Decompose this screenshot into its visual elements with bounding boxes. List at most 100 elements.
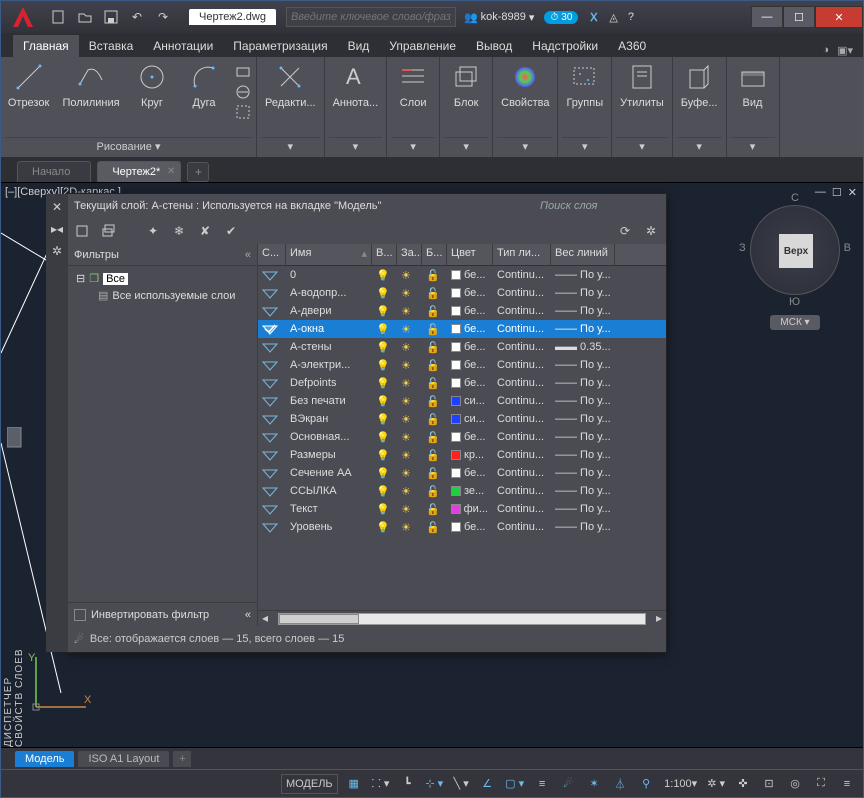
- tab-model[interactable]: Модель: [15, 751, 74, 767]
- linetype-cell[interactable]: Continu...: [493, 323, 551, 335]
- layer-row[interactable]: ВЭкран 💡 ☀ 🔓 си... Continu... —— По у...: [258, 410, 666, 428]
- tab-addins[interactable]: Надстройки: [522, 35, 608, 57]
- ribbon-toggle-icon[interactable]: ▣▾: [837, 44, 853, 57]
- filters-header[interactable]: Фильтры«: [68, 244, 257, 266]
- polyline-button[interactable]: Полилиния: [60, 59, 122, 111]
- freeze-icon[interactable]: ☀: [397, 467, 422, 480]
- collapse-icon[interactable]: «: [245, 249, 251, 261]
- freeze-icon[interactable]: ☀: [397, 485, 422, 498]
- panel-expand[interactable]: ▾: [261, 137, 320, 155]
- open-icon[interactable]: [75, 7, 95, 27]
- linetype-cell[interactable]: Continu...: [493, 521, 551, 533]
- filter-all[interactable]: ⊟ ❐ Все: [74, 270, 251, 287]
- tab-insert[interactable]: Вставка: [79, 35, 144, 57]
- sb-transparency-icon[interactable]: ☄: [558, 774, 578, 794]
- on-icon[interactable]: 💡: [372, 323, 397, 336]
- color-cell[interactable]: зе...: [447, 485, 493, 497]
- circle-button[interactable]: Круг: [130, 59, 174, 111]
- on-icon[interactable]: 💡: [372, 521, 397, 534]
- viewcube-s[interactable]: Ю: [789, 296, 800, 308]
- lineweight-cell[interactable]: —— По у...: [551, 467, 615, 479]
- on-icon[interactable]: 💡: [372, 395, 397, 408]
- layer-row[interactable]: ССЫЛКА 💡 ☀ 🔓 зе... Continu... —— По у...: [258, 482, 666, 500]
- viewcube-w[interactable]: З: [739, 242, 746, 254]
- lock-icon[interactable]: 🔓: [422, 341, 447, 354]
- linetype-cell[interactable]: Continu...: [493, 449, 551, 461]
- freeze-icon[interactable]: ☀: [397, 449, 422, 462]
- lock-icon[interactable]: 🔓: [422, 323, 447, 336]
- sb-quickprops-icon[interactable]: ◎: [785, 774, 805, 794]
- sb-model[interactable]: МОДЕЛЬ: [281, 774, 338, 794]
- tab-manage[interactable]: Управление: [379, 35, 466, 57]
- palette-close-icon[interactable]: ✕: [52, 200, 62, 214]
- sb-otrack-icon[interactable]: ▢ ▾: [503, 774, 526, 794]
- panel-expand[interactable]: ▾: [329, 137, 383, 155]
- tab-a360[interactable]: A360: [608, 35, 656, 57]
- linetype-cell[interactable]: Continu...: [493, 413, 551, 425]
- lock-icon[interactable]: 🔓: [422, 287, 447, 300]
- lineweight-cell[interactable]: —— По у...: [551, 485, 615, 497]
- help-search-input[interactable]: [286, 7, 456, 27]
- layer-row[interactable]: Текст 💡 ☀ 🔓 фи... Continu... —— По у...: [258, 500, 666, 518]
- palette-pin-icon[interactable]: ▸◂: [51, 222, 63, 236]
- add-layout-button[interactable]: +: [173, 751, 191, 767]
- exchange-icon[interactable]: Ｘ: [588, 9, 599, 25]
- sb-osnap-icon[interactable]: ∠: [477, 774, 497, 794]
- linetype-cell[interactable]: Continu...: [493, 467, 551, 479]
- lock-icon[interactable]: 🔓: [422, 485, 447, 498]
- panel-expand[interactable]: ▾: [616, 137, 668, 155]
- ellipse-icon[interactable]: [234, 103, 252, 121]
- on-icon[interactable]: 💡: [372, 449, 397, 462]
- settings-icon[interactable]: ✲: [642, 222, 660, 240]
- freeze-icon[interactable]: ☀: [397, 269, 422, 282]
- refresh-icon[interactable]: ⟳: [616, 222, 634, 240]
- linetype-cell[interactable]: Continu...: [493, 503, 551, 515]
- add-doc-button[interactable]: +: [187, 162, 209, 182]
- freeze-icon[interactable]: ☀: [397, 503, 422, 516]
- lineweight-cell[interactable]: —— По у...: [551, 521, 615, 533]
- col-name[interactable]: Имя ▴: [286, 244, 372, 265]
- panel-expand[interactable]: ▾: [562, 137, 607, 155]
- layer-row[interactable]: А-окна 💡 ☀ 🔓 бе... Continu... —— По у...: [258, 320, 666, 338]
- color-cell[interactable]: бе...: [447, 305, 493, 317]
- filter-used[interactable]: ▤ Все используемые слои: [74, 287, 251, 304]
- undo-icon[interactable]: ↶: [127, 7, 147, 27]
- viewcube-ring[interactable]: Верх С Ю З В: [750, 205, 840, 295]
- lineweight-cell[interactable]: —— По у...: [551, 323, 615, 335]
- on-icon[interactable]: 💡: [372, 485, 397, 498]
- lineweight-cell[interactable]: —— По у...: [551, 395, 615, 407]
- close-icon[interactable]: ✕: [167, 166, 175, 177]
- close-button[interactable]: ✕: [815, 6, 863, 28]
- panel-expand[interactable]: ▾: [677, 137, 722, 155]
- drawing-viewport[interactable]: [–][Сверху][2D-каркас ] — ☐ ✕ ДИСПЕТЧЕР …: [1, 183, 863, 747]
- tab-parametric[interactable]: Параметризация: [223, 35, 337, 57]
- invert-filter[interactable]: Инвертировать фильтр «: [68, 602, 257, 626]
- linetype-cell[interactable]: Continu...: [493, 485, 551, 497]
- linetype-cell[interactable]: Continu...: [493, 431, 551, 443]
- ribbon-button[interactable]: A Аннота...: [329, 59, 383, 111]
- ribbon-button[interactable]: Буфе...: [677, 59, 722, 111]
- linetype-cell[interactable]: Continu...: [493, 341, 551, 353]
- save-icon[interactable]: [101, 7, 121, 27]
- sb-ortho-icon[interactable]: ┗: [397, 774, 417, 794]
- set-current-icon[interactable]: ✔: [222, 222, 240, 240]
- sb-iso-icon[interactable]: ╲ ▾: [451, 774, 471, 794]
- sb-polar-icon[interactable]: ⊹ ▾: [423, 774, 445, 794]
- col-status[interactable]: С...: [258, 244, 286, 265]
- wcs-button[interactable]: МСК ▾: [770, 315, 820, 330]
- lock-icon[interactable]: 🔓: [422, 503, 447, 516]
- vp-close-icon[interactable]: ✕: [848, 186, 857, 199]
- help-icon[interactable]: ?: [628, 11, 634, 23]
- lineweight-cell[interactable]: —— По у...: [551, 413, 615, 425]
- sb-lineweight-icon[interactable]: ≡: [532, 774, 552, 794]
- on-icon[interactable]: 💡: [372, 359, 397, 372]
- layer-row[interactable]: Основная... 💡 ☀ 🔓 бе... Continu... —— По…: [258, 428, 666, 446]
- viewcube-e[interactable]: В: [844, 242, 851, 254]
- lineweight-cell[interactable]: ▬▬ 0.35...: [551, 341, 615, 353]
- collapse-icon[interactable]: «: [245, 609, 251, 621]
- arc-button[interactable]: Дуга: [182, 59, 226, 111]
- color-cell[interactable]: бе...: [447, 287, 493, 299]
- on-icon[interactable]: 💡: [372, 341, 397, 354]
- new-layer-frozen-icon[interactable]: ❄: [170, 222, 188, 240]
- ribbon-button[interactable]: Группы: [562, 59, 607, 111]
